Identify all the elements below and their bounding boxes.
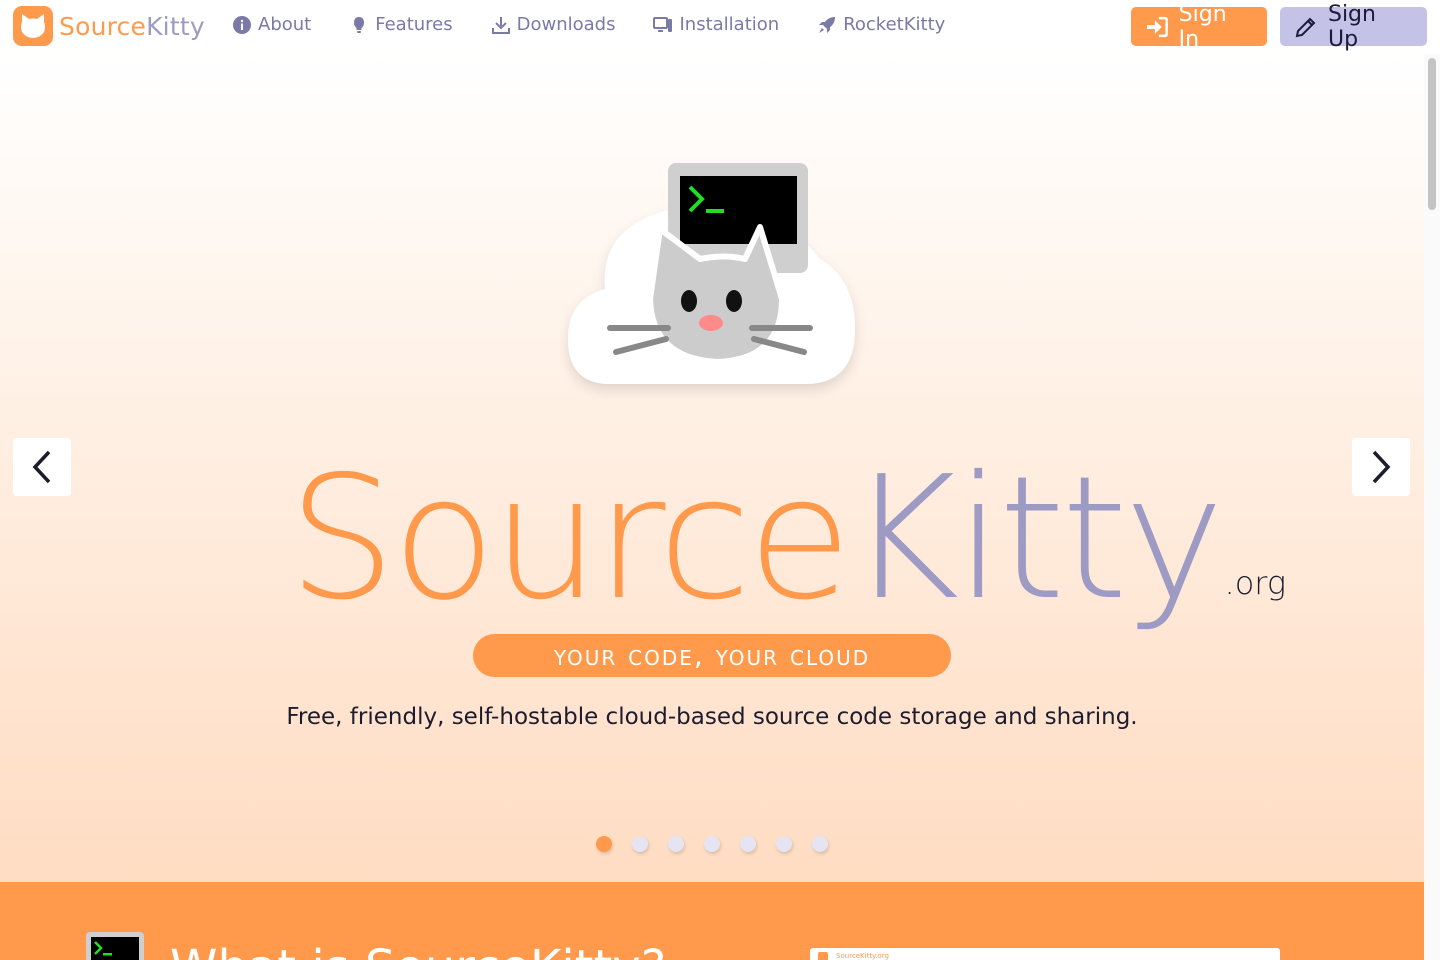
carousel-next-button[interactable] <box>1352 438 1410 496</box>
carousel-indicator-1[interactable] <box>596 836 612 852</box>
carousel-prev-button[interactable] <box>13 438 71 496</box>
scrollbar-thumb[interactable] <box>1428 58 1436 210</box>
wordmark-source: Source <box>288 440 852 638</box>
cat-logo-icon <box>13 6 53 46</box>
brand-link[interactable]: SourceKitty <box>13 6 205 46</box>
sign-up-button[interactable]: Sign Up <box>1280 2 1427 52</box>
nav-link-features[interactable]: Features <box>349 14 453 35</box>
info-circle-icon <box>233 15 251 34</box>
navbar: SourceKitty About Features Downloads Ins… <box>0 0 1440 54</box>
mini-logo-icon <box>818 952 828 960</box>
page-scrollbar[interactable] <box>1424 54 1440 960</box>
sign-in-button[interactable]: Sign In <box>1131 2 1267 52</box>
lightbulb-icon <box>354 16 365 33</box>
carousel-indicator-4[interactable] <box>704 836 720 852</box>
hero-description: Free, friendly, self-hostable cloud-base… <box>286 704 1138 730</box>
carousel-indicator-3[interactable] <box>668 836 684 852</box>
nav-link-installation[interactable]: Installation <box>653 14 779 35</box>
hero-carousel: Source Kitty .org your code, your cloud Fr… <box>0 54 1424 882</box>
pencil-icon <box>1295 17 1316 37</box>
desktop-icon <box>653 16 673 32</box>
chevron-right-icon <box>1372 450 1391 484</box>
app-screenshot-preview: SourceKitty.org <box>810 948 1280 960</box>
screenshot-brand: SourceKitty.org <box>836 952 889 960</box>
nav-links: About Features Downloads Installation Ro… <box>232 14 983 35</box>
nav-link-downloads[interactable]: Downloads <box>491 14 616 35</box>
nav-link-about[interactable]: About <box>232 14 311 35</box>
about-heading: What is SourceKitty? <box>170 940 666 960</box>
sign-in-label: Sign In <box>1178 1 1227 52</box>
carousel-indicator-5[interactable] <box>740 836 756 852</box>
nav-link-label: Installation <box>679 14 780 35</box>
carousel-indicator-7[interactable] <box>812 836 828 852</box>
carousel-indicators <box>596 836 828 852</box>
kitty-terminal-icon <box>86 932 144 960</box>
carousel-indicator-6[interactable] <box>776 836 792 852</box>
chevron-left-icon <box>32 450 51 484</box>
nav-link-label: Features <box>375 14 453 35</box>
brand-name-kitty: Kitty <box>146 11 205 41</box>
about-section: What is SourceKitty? SourceKitty.org <box>0 882 1424 960</box>
sourcekitty-mascot-icon <box>568 163 855 384</box>
nav-link-rocketkitty[interactable]: RocketKitty <box>817 14 945 35</box>
hero-tagline: your code, your cloud <box>473 634 951 677</box>
download-icon <box>491 16 510 34</box>
nav-link-label: About <box>258 14 312 35</box>
carousel-indicator-2[interactable] <box>632 836 648 852</box>
sign-in-icon <box>1146 16 1168 37</box>
wordmark-kitty: Kitty <box>847 440 1225 638</box>
sign-up-label: Sign Up <box>1327 1 1376 52</box>
nav-link-label: Downloads <box>516 14 616 35</box>
hero-wordmark: Source Kitty .org <box>288 424 1286 624</box>
brand-name-source: Source <box>59 11 147 41</box>
rocket-icon <box>819 16 836 33</box>
brand-name: SourceKitty <box>59 12 205 41</box>
nav-link-label: RocketKitty <box>843 14 946 35</box>
wordmark-tld: .org <box>1224 564 1287 602</box>
